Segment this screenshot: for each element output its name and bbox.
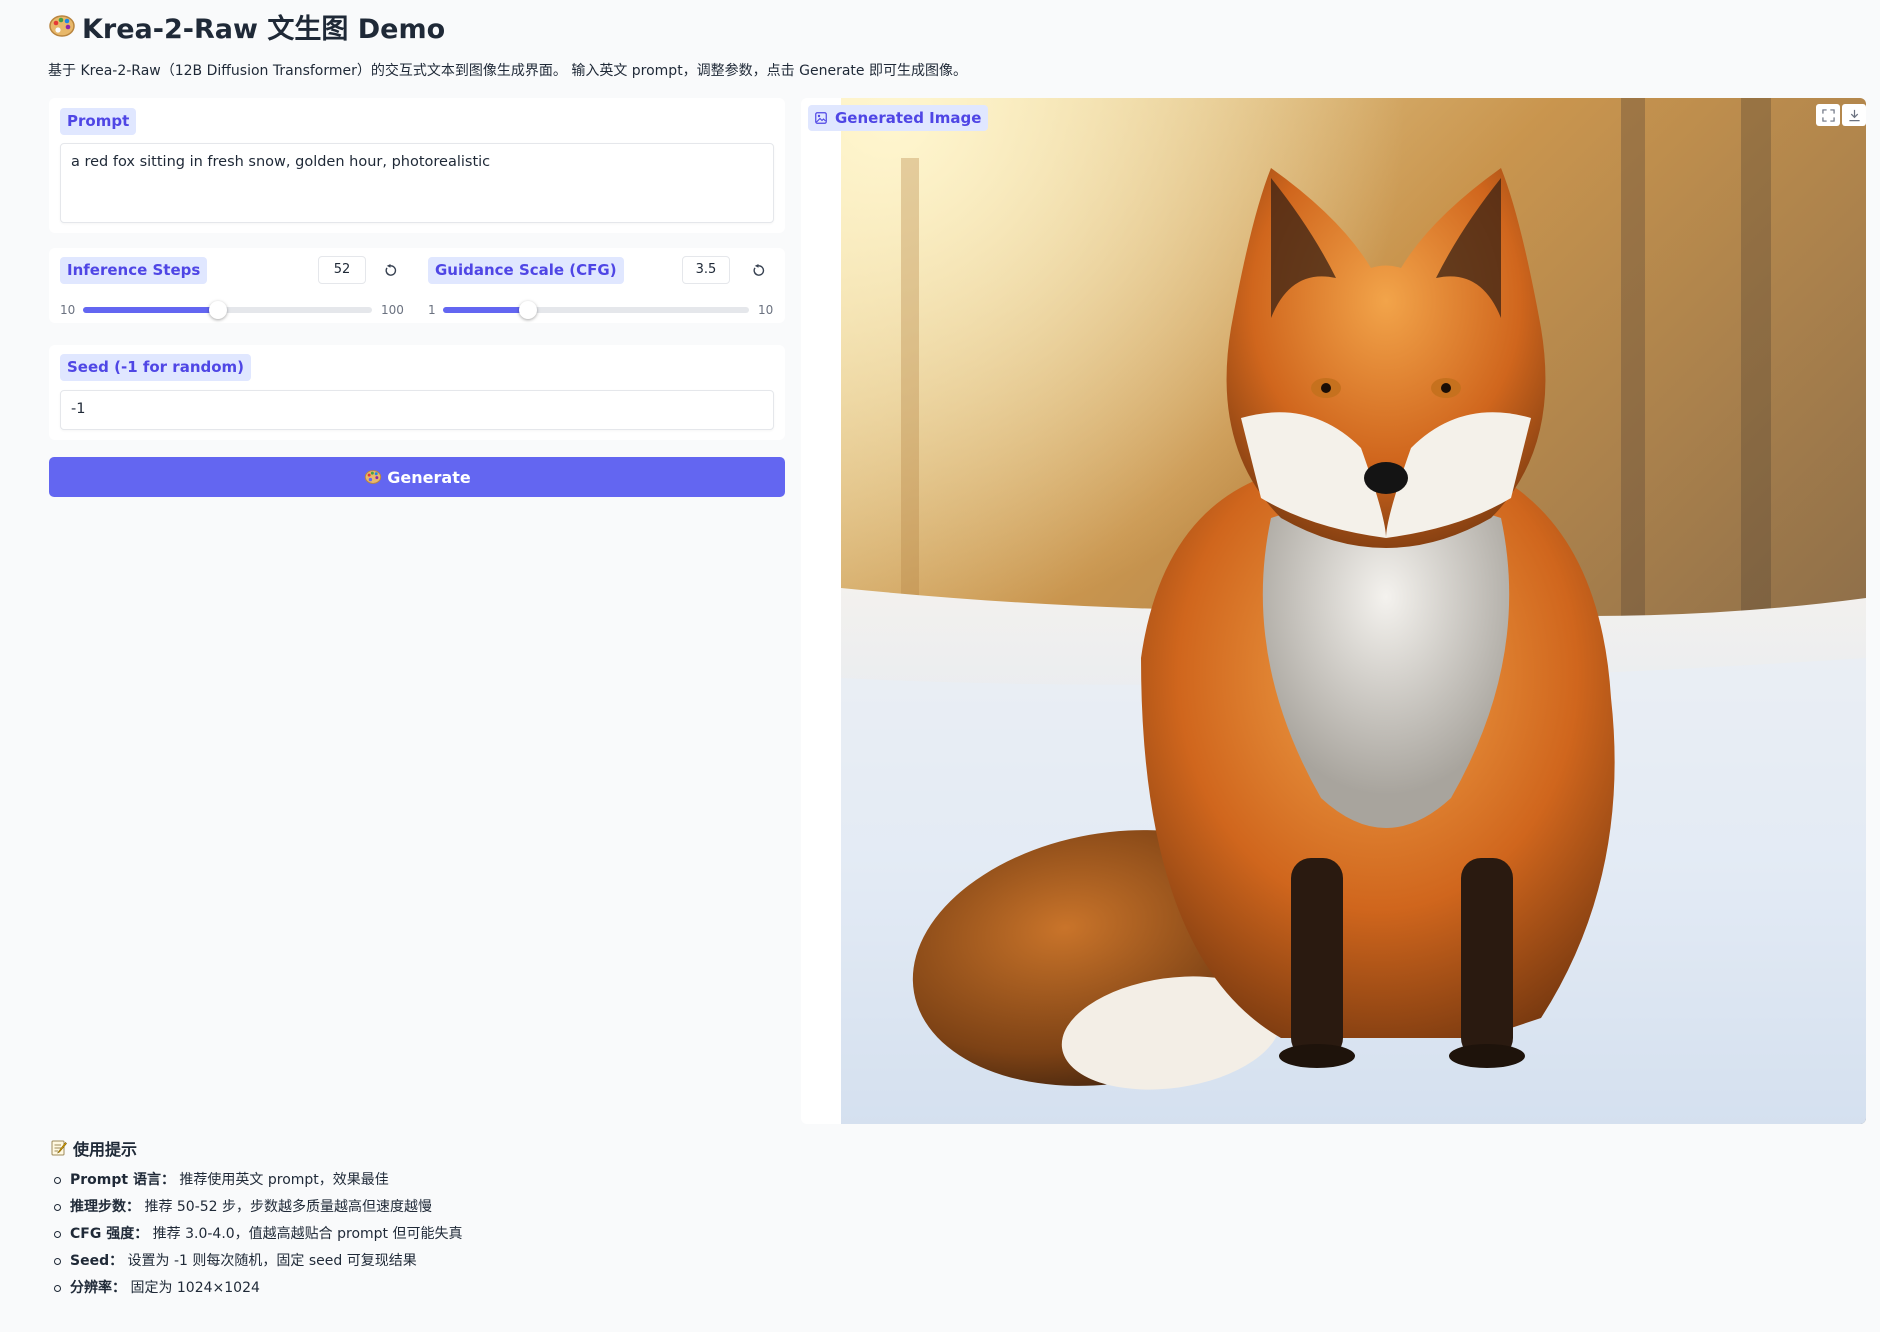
fullscreen-icon bbox=[1821, 108, 1835, 122]
tip-key: 推理步数： bbox=[70, 1199, 140, 1215]
steps-reset-button[interactable] bbox=[379, 259, 401, 281]
cfg-reset-button[interactable] bbox=[747, 259, 769, 281]
cfg-max-label: 10 bbox=[758, 303, 774, 317]
usage-tips: 使用提示 Prompt 语言： 推荐使用英文 prompt，效果最佳 推理步数：… bbox=[50, 1136, 463, 1302]
steps-label: Inference Steps bbox=[60, 257, 208, 284]
seed-input[interactable]: -1 bbox=[60, 390, 774, 430]
generate-button[interactable]: Generate bbox=[49, 457, 785, 497]
reset-icon bbox=[753, 263, 764, 276]
tip-item: Seed： 设置为 -1 则每次随机，固定 seed 可复现结果 bbox=[50, 1248, 463, 1275]
tip-key: Seed： bbox=[70, 1253, 124, 1269]
image-output-panel bbox=[801, 98, 1866, 1124]
tip-text: 设置为 -1 则每次随机，固定 seed 可复现结果 bbox=[123, 1253, 417, 1269]
prompt-label: Prompt bbox=[60, 108, 137, 135]
tip-text: 推荐 3.0-4.0，值越高越贴合 prompt 但可能失真 bbox=[148, 1226, 463, 1242]
page-subtitle: 基于 Krea-2-Raw（12B Diffusion Transformer）… bbox=[48, 63, 967, 79]
steps-number-input[interactable]: 52 bbox=[318, 256, 366, 284]
download-icon bbox=[1848, 109, 1860, 121]
cfg-slider-fill bbox=[443, 307, 528, 313]
steps-slider-fill bbox=[83, 307, 218, 313]
tip-item: 分辨率： 固定为 1024×1024 bbox=[50, 1275, 463, 1302]
fullscreen-button[interactable] bbox=[1816, 104, 1840, 126]
tip-key: CFG 强度： bbox=[70, 1226, 149, 1242]
palette-icon bbox=[49, 15, 75, 37]
palette-icon bbox=[365, 470, 382, 484]
cfg-slider-thumb[interactable] bbox=[519, 301, 537, 319]
steps-min-label: 10 bbox=[60, 303, 76, 317]
generate-button-label: Generate bbox=[387, 467, 471, 487]
steps-max-label: 100 bbox=[381, 303, 404, 317]
tip-text: 固定为 1024×1024 bbox=[126, 1280, 260, 1296]
tip-item: 推理步数： 推荐 50-52 步，步数越多质量越高但速度越慢 bbox=[50, 1194, 463, 1221]
tip-text: 推荐使用英文 prompt，效果最佳 bbox=[174, 1172, 389, 1188]
tip-text: 推荐 50-52 步，步数越多质量越高但速度越慢 bbox=[140, 1199, 433, 1215]
steps-slider[interactable] bbox=[83, 301, 372, 319]
prompt-input[interactable]: a red fox sitting in fresh snow, golden … bbox=[60, 143, 774, 223]
image-output-label-text: Generated Image bbox=[835, 109, 982, 127]
seed-label: Seed (-1 for random) bbox=[60, 354, 252, 381]
tips-title-text: 使用提示 bbox=[73, 1140, 138, 1159]
page-title: Krea-2-Raw 文生图 Demo bbox=[48, 8, 446, 45]
cfg-number-input[interactable]: 3.5 bbox=[682, 256, 730, 284]
tip-item: Prompt 语言： 推荐使用英文 prompt，效果最佳 bbox=[50, 1167, 463, 1194]
cfg-min-label: 1 bbox=[428, 303, 436, 317]
cfg-label: Guidance Scale (CFG) bbox=[428, 257, 624, 284]
tip-item: CFG 强度： 推荐 3.0-4.0，值越高越贴合 prompt 但可能失真 bbox=[50, 1221, 463, 1248]
tips-title: 使用提示 bbox=[50, 1136, 463, 1160]
download-button[interactable] bbox=[1842, 104, 1866, 126]
generated-image bbox=[841, 98, 1866, 1124]
tip-key: 分辨率： bbox=[70, 1280, 126, 1296]
page-title-text: Krea-2-Raw 文生图 Demo bbox=[82, 13, 446, 45]
reset-icon bbox=[385, 263, 396, 276]
tips-list: Prompt 语言： 推荐使用英文 prompt，效果最佳 推理步数： 推荐 5… bbox=[50, 1167, 463, 1302]
image-toolbar bbox=[1816, 104, 1866, 126]
image-output-label: Generated Image bbox=[808, 105, 989, 131]
cfg-slider[interactable] bbox=[443, 301, 749, 319]
steps-slider-thumb[interactable] bbox=[208, 301, 227, 319]
memo-icon bbox=[51, 1140, 67, 1156]
tip-key: Prompt 语言： bbox=[70, 1172, 175, 1188]
image-icon bbox=[815, 112, 827, 124]
